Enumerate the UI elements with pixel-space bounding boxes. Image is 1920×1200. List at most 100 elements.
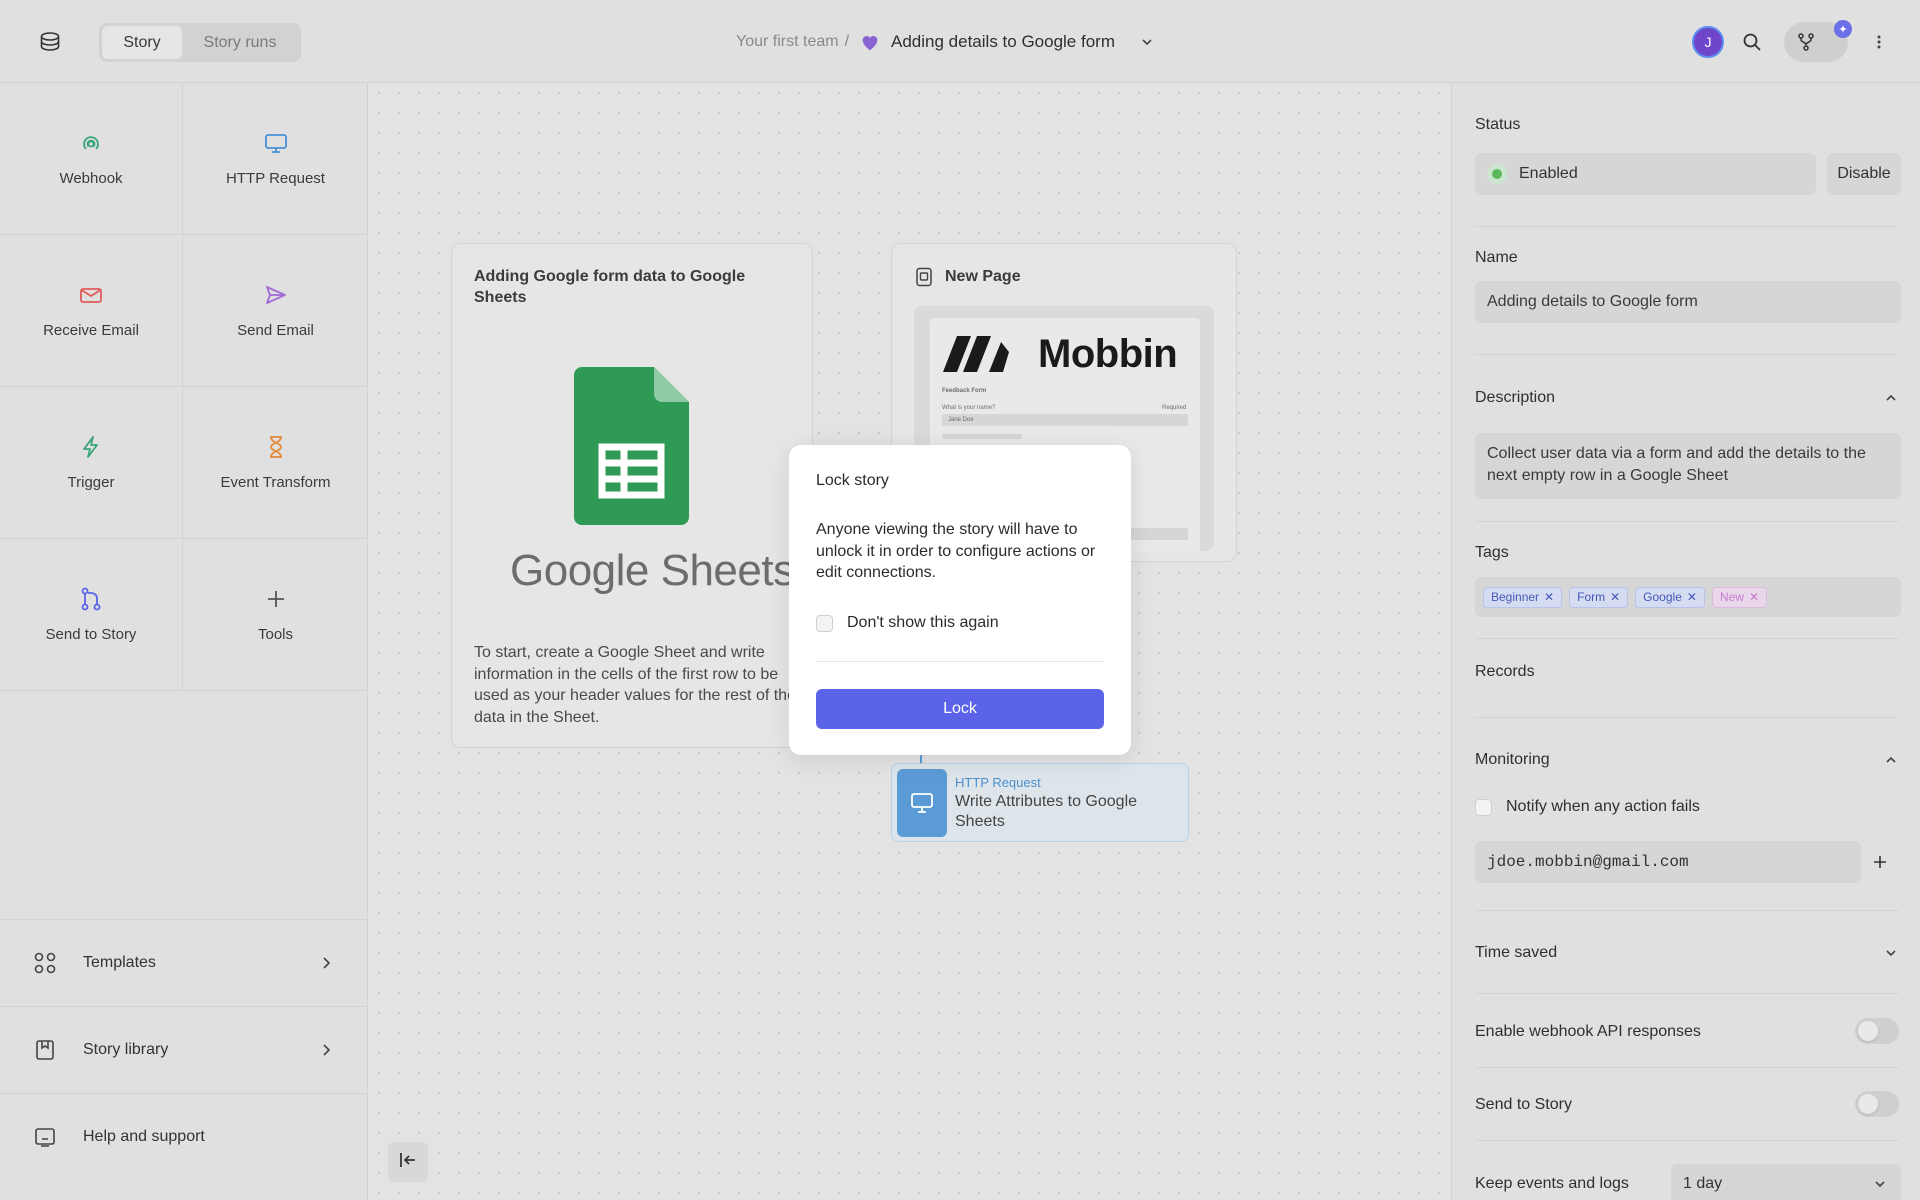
thumbnail-hint — [942, 434, 1022, 439]
google-sheets-wordmark: Google Sheets — [510, 546, 795, 595]
tab-story-runs[interactable]: Story runs — [182, 26, 298, 59]
tile-event-transform[interactable]: Event Transform — [183, 387, 368, 539]
sidebar-item-story-library[interactable]: Story library — [0, 1006, 368, 1093]
webhook-responses-label: Enable webhook API responses — [1475, 1023, 1701, 1040]
help-icon — [33, 1125, 57, 1149]
tile-send-email[interactable]: Send Email — [183, 235, 368, 387]
divider — [1475, 638, 1899, 639]
tile-label: HTTP Request — [226, 170, 325, 187]
story-settings-panel: Status Enabled Disable Name Adding detai… — [1451, 83, 1920, 1200]
records-label[interactable]: Records — [1475, 663, 1535, 681]
lock-button[interactable]: Lock — [816, 689, 1104, 729]
chevron-down-icon[interactable] — [1884, 946, 1898, 960]
email-field[interactable]: jdoe.mobbin@gmail.com — [1475, 841, 1861, 883]
status-label: Status — [1475, 116, 1521, 133]
note-body: To start, create a Google Sheet and writ… — [474, 644, 796, 726]
send-to-story-toggle[interactable] — [1855, 1091, 1899, 1117]
tile-http-request[interactable]: HTTP Request — [183, 83, 368, 235]
tile-trigger[interactable]: Trigger — [0, 387, 183, 539]
heart-icon — [859, 31, 881, 53]
remove-tag-icon[interactable]: ✕ — [1544, 590, 1554, 604]
tag-label: Google — [1643, 590, 1682, 604]
status-value: Enabled — [1519, 165, 1578, 182]
chevron-up-icon[interactable] — [1884, 753, 1898, 767]
note-card[interactable]: Adding Google form data to Google Sheets… — [451, 243, 813, 748]
fork-icon — [1796, 32, 1816, 52]
sidebar-bottom-nav: Templates Story library Help and support — [0, 919, 368, 1180]
tile-tools[interactable]: Tools — [183, 539, 368, 691]
breadcrumb-team[interactable]: Your first team — [736, 33, 839, 51]
bookmark-icon — [33, 1038, 57, 1062]
stack-menu-icon[interactable] — [36, 28, 64, 56]
notify-option[interactable]: Notify when any action fails — [1475, 798, 1700, 816]
view-tabs: Story Story runs — [99, 23, 301, 62]
description-label: Description — [1475, 389, 1556, 406]
checkbox-label: Don't show this again — [847, 614, 999, 631]
actions-sidebar: Webhook HTTP Request Receive Email Send … — [0, 83, 368, 1200]
page-card-title: New Page — [945, 268, 1021, 285]
add-email-icon[interactable] — [1870, 852, 1890, 872]
tab-story[interactable]: Story — [102, 26, 182, 59]
action-type: HTTP Request — [955, 775, 1041, 790]
remove-tag-icon[interactable]: ✕ — [1749, 590, 1759, 604]
monitor-icon — [263, 130, 289, 156]
tile-webhook[interactable]: Webhook — [0, 83, 183, 235]
divider — [1475, 1067, 1899, 1068]
divider — [1475, 717, 1899, 718]
divider — [1475, 354, 1899, 355]
http-request-action[interactable]: HTTP Request Write Attributes to Google … — [891, 763, 1189, 842]
chevron-right-icon — [320, 1043, 332, 1057]
more-options-icon[interactable] — [1870, 32, 1888, 52]
monitoring-label: Monitoring — [1475, 751, 1550, 768]
plus-icon — [263, 586, 289, 612]
tags-field[interactable]: Beginner ✕ Form ✕ Google ✕ New ✕ — [1475, 577, 1901, 617]
description-field[interactable]: Collect user data via a form and add the… — [1475, 433, 1901, 499]
sparkle-badge: ✦ — [1834, 20, 1852, 38]
time-saved-label[interactable]: Time saved — [1475, 944, 1557, 962]
note-title: Adding Google form data to Google Sheets — [474, 268, 746, 306]
top-bar: Story Story runs Your first team / Addin… — [0, 0, 1920, 83]
tag-label: New — [1719, 590, 1744, 604]
sidebar-item-label: Templates — [83, 954, 156, 971]
keep-events-select[interactable]: 1 day — [1671, 1164, 1901, 1200]
monitor-icon — [897, 769, 947, 837]
tag-label: Beginner — [1491, 590, 1540, 604]
sidebar-item-templates[interactable]: Templates — [0, 919, 368, 1006]
name-label: Name — [1475, 249, 1518, 266]
page-icon — [915, 267, 933, 287]
dialog-body: Anyone viewing the story will have to un… — [816, 521, 1096, 581]
tile-receive-email[interactable]: Receive Email — [0, 235, 183, 387]
sidebar-item-help[interactable]: Help and support — [0, 1093, 368, 1180]
status-dot — [1487, 164, 1507, 184]
chevron-down-icon — [1873, 1177, 1887, 1196]
chevron-up-icon[interactable] — [1884, 391, 1898, 405]
page-card-header: New Page — [915, 266, 1021, 288]
divider — [1475, 910, 1899, 911]
remove-tag-icon[interactable]: ✕ — [1687, 590, 1697, 604]
tile-label: Trigger — [67, 474, 115, 491]
divider — [1475, 226, 1899, 227]
tag-form: Form ✕ — [1569, 586, 1629, 608]
webhook-responses-toggle[interactable] — [1855, 1018, 1899, 1044]
collapse-left-icon — [398, 1151, 418, 1174]
tile-send-to-story[interactable]: Send to Story — [0, 539, 183, 691]
dont-show-again-checkbox[interactable] — [816, 614, 833, 632]
remove-tag-icon[interactable]: ✕ — [1610, 590, 1620, 604]
mail-icon — [78, 282, 104, 308]
thumbnail-required: Required — [1162, 405, 1187, 411]
dont-show-again[interactable]: Don't show this again — [816, 613, 999, 633]
sidebar-item-label: Story library — [83, 1041, 169, 1058]
webhook-icon — [78, 130, 104, 156]
disable-button[interactable]: Disable — [1827, 153, 1901, 195]
divider — [816, 661, 1104, 662]
name-field[interactable]: Adding details to Google form — [1475, 281, 1901, 323]
avatar[interactable]: J — [1692, 26, 1724, 58]
tile-label: Tools — [257, 626, 294, 643]
breadcrumb-separator: / — [844, 33, 850, 50]
collapse-sidebar-button[interactable] — [388, 1142, 428, 1182]
notify-checkbox[interactable] — [1475, 798, 1492, 816]
search-icon[interactable] — [1740, 30, 1764, 54]
divider — [1475, 521, 1899, 522]
chevron-down-icon[interactable] — [1139, 34, 1155, 50]
story-title[interactable]: Adding details to Google form — [891, 32, 1115, 52]
